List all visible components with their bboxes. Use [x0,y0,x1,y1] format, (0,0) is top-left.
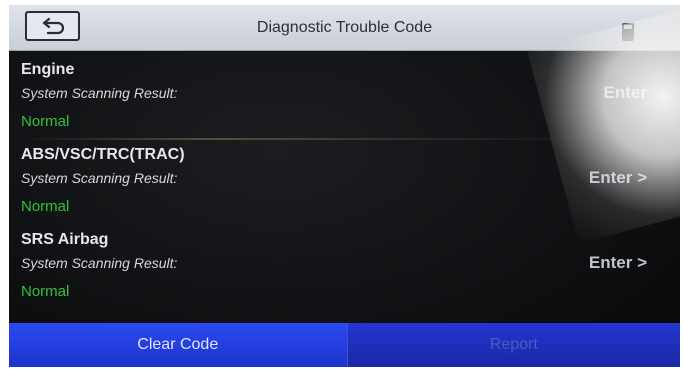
system-name: Engine [21,61,75,78]
system-name: SRS Airbag [21,231,109,248]
page-title: Diagnostic Trouble Code [256,19,433,36]
system-name: ABS/VSC/TRC(TRAC) [21,146,185,163]
battery-icon [622,23,634,41]
system-status: Normal [21,198,70,215]
clear-code-button[interactable]: Clear Code [9,323,348,367]
system-result-label: System Scanning Result: [21,255,178,271]
system-row-abs: ABS/VSC/TRC(TRAC) System Scanning Result… [21,146,661,231]
app-screen: Diagnostic Trouble Code Engine System Sc… [9,5,680,367]
back-button[interactable] [25,11,80,41]
report-button[interactable]: Report [347,323,680,367]
enter-button[interactable]: Enter > [589,253,647,273]
back-arrow-icon [42,17,64,35]
system-status: Normal [21,283,70,300]
system-status: Normal [21,113,70,130]
system-result-label: System Scanning Result: [21,170,178,186]
system-row-engine: Engine System Scanning Result: Normal En… [21,61,661,146]
enter-button[interactable]: Enter > [589,168,647,188]
enter-button[interactable]: Enter [604,83,647,103]
system-result-label: System Scanning Result: [21,85,178,101]
footer-toolbar: Clear Code Report [9,323,680,367]
header-bar: Diagnostic Trouble Code [9,5,680,51]
system-row-srs-airbag: SRS Airbag System Scanning Result: Norma… [21,231,661,316]
